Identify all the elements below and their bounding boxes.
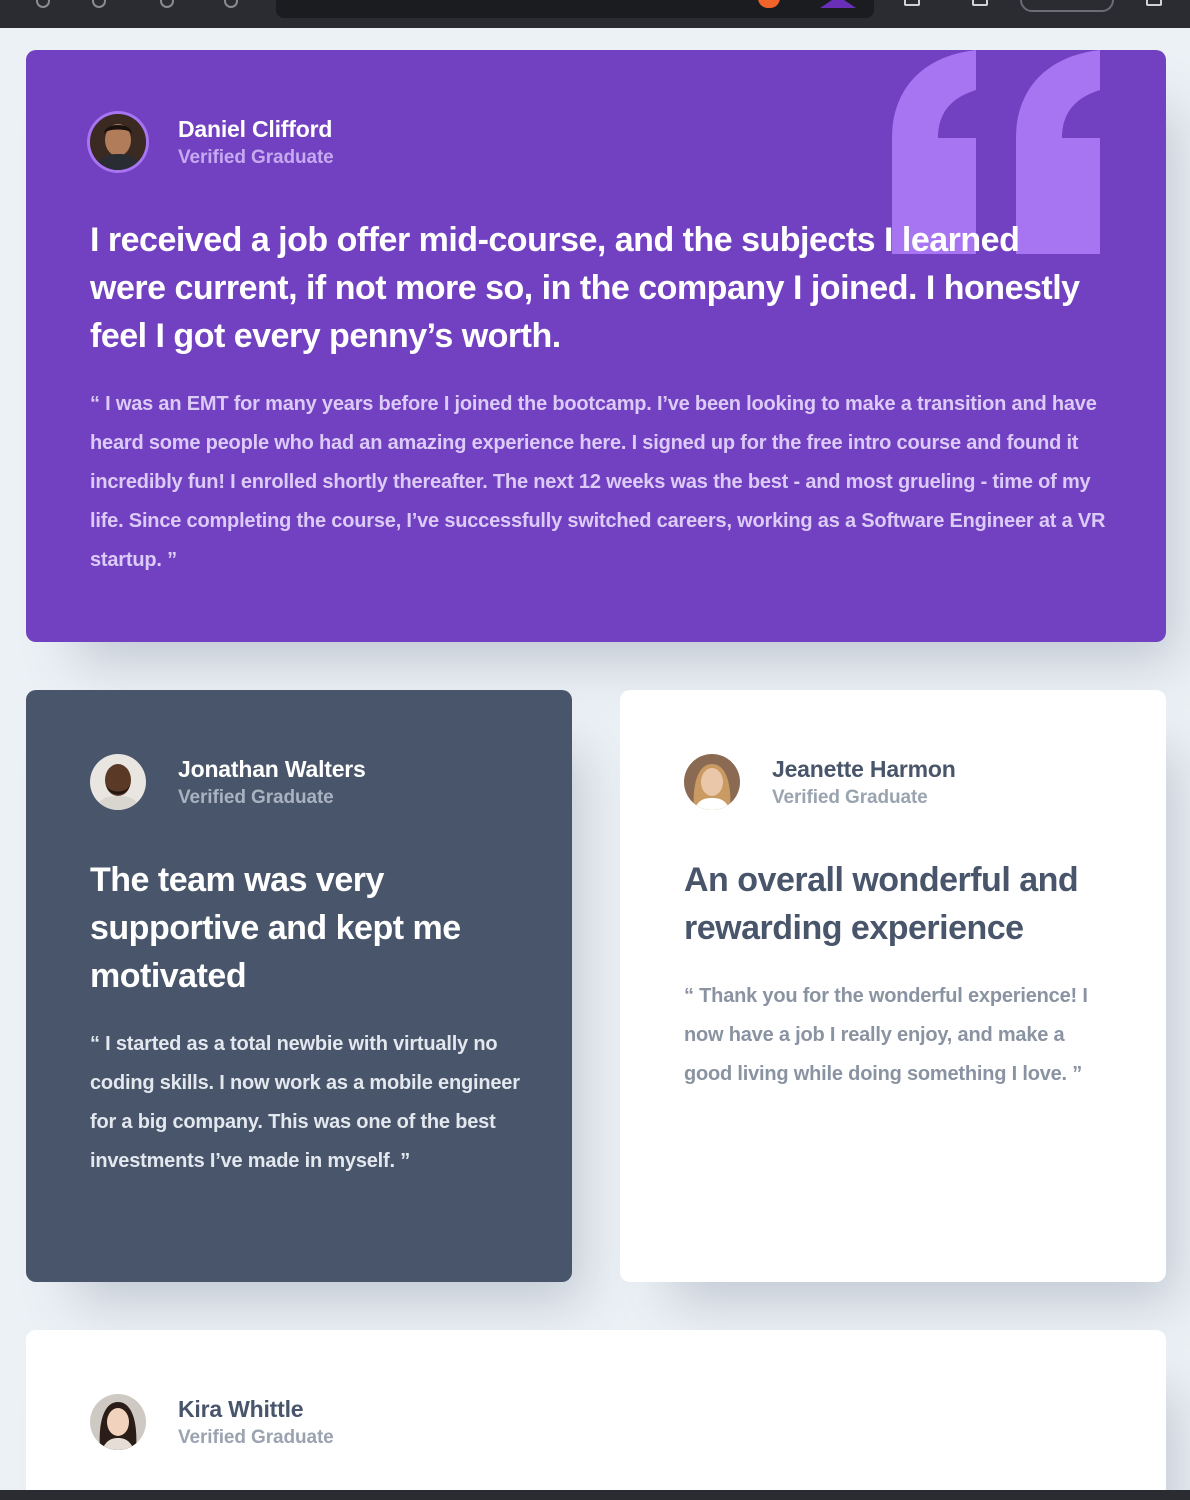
rewards-icon[interactable] (820, 0, 856, 8)
author-name: Daniel Clifford (178, 116, 333, 142)
browser-toolbar (0, 0, 1190, 28)
author-name: Kira Whittle (178, 1396, 304, 1422)
forward-icon[interactable] (92, 0, 106, 8)
testimonial-card-daniel: Daniel Clifford Verified Graduate I rece… (26, 50, 1166, 642)
avatar (90, 1394, 146, 1450)
close-tab-icon[interactable] (224, 0, 238, 8)
author-name: Jonathan Walters (178, 756, 366, 782)
testimonial-card-jonathan: Jonathan Walters Verified Graduate The t… (26, 690, 572, 1282)
testimonial-card-jeanette: Jeanette Harmon Verified Graduate An ove… (620, 690, 1166, 1282)
author-role: Verified Graduate (178, 1427, 334, 1448)
window-bottom-edge (0, 1490, 1190, 1500)
testimonial-body: “ I was an EMT for many years before I j… (90, 393, 1106, 571)
reload-icon[interactable] (160, 0, 174, 8)
avatar (90, 754, 146, 810)
avatar (684, 754, 740, 810)
address-bar[interactable] (276, 0, 874, 18)
author-name: Jeanette Harmon (772, 756, 956, 782)
testimonial-headline: I received a job offer mid-course, and t… (90, 221, 1080, 355)
testimonial-card-kira: Kira Whittle Verified Graduate (26, 1330, 1166, 1500)
menu-icon[interactable] (1146, 0, 1162, 6)
back-icon[interactable] (36, 0, 50, 8)
avatar (90, 114, 146, 170)
author-role: Verified Graduate (772, 787, 928, 808)
testimonial-headline: An overall wonderful and rewarding exper… (684, 861, 1079, 947)
testimonial-body: “ I started as a total newbie with virtu… (90, 1033, 520, 1172)
wallet-icon[interactable] (972, 0, 988, 6)
testimonial-headline: The team was very supportive and kept me… (90, 861, 461, 995)
author-role: Verified Graduate (178, 147, 334, 168)
profile-button[interactable] (1020, 0, 1114, 12)
author-role: Verified Graduate (178, 787, 334, 808)
extensions-icon[interactable] (904, 0, 920, 6)
testimonial-body: “ Thank you for the wonderful experience… (684, 985, 1088, 1085)
